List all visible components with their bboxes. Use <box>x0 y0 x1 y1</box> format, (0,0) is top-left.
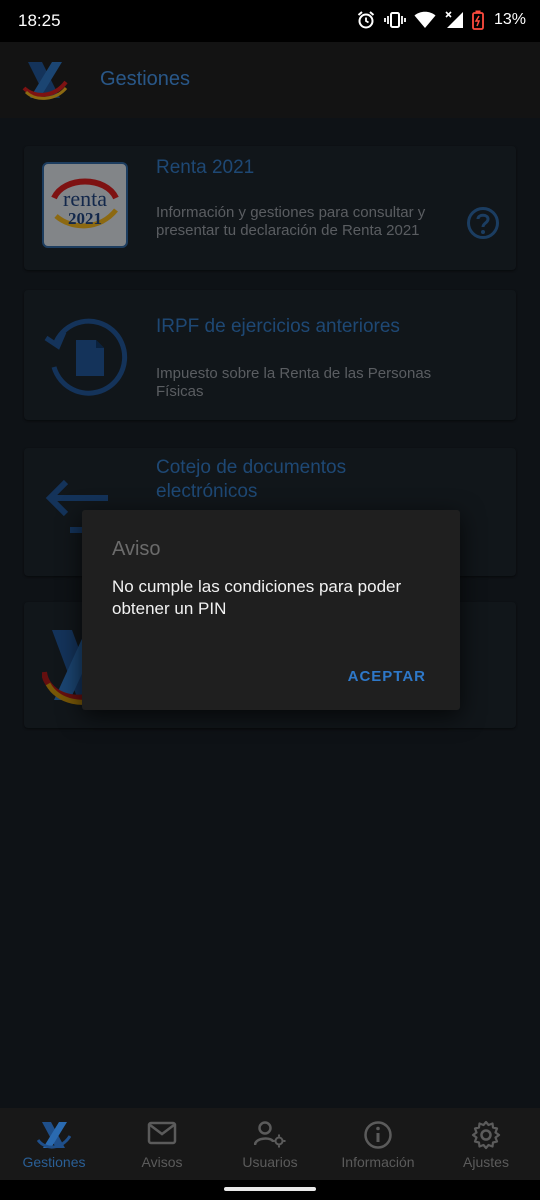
accept-button[interactable]: ACEPTAR <box>348 664 426 689</box>
status-time: 18:25 <box>18 11 61 30</box>
bottom-navigation: Gestiones Avisos Usuarios Información Aj… <box>0 1108 540 1180</box>
gesture-bar <box>0 1180 540 1200</box>
alarm-icon <box>357 11 375 29</box>
nav-label: Avisos <box>141 1154 183 1170</box>
nav-item-usuarios[interactable]: Usuarios <box>216 1108 324 1180</box>
nav-item-informacion[interactable]: Información <box>324 1108 432 1180</box>
nav-label: Usuarios <box>242 1154 298 1170</box>
vibrate-icon <box>384 12 406 28</box>
wifi-icon <box>414 11 436 28</box>
gear-icon <box>471 1120 501 1150</box>
status-icons: 13% <box>356 10 526 30</box>
home-indicator[interactable] <box>224 1187 316 1191</box>
alert-dialog: Aviso No cumple las condiciones para pod… <box>82 510 460 710</box>
status-bar: 18:25 13% <box>0 0 540 42</box>
battery-level: 13% <box>493 11 526 28</box>
user-settings-icon <box>254 1121 286 1148</box>
nav-item-avisos[interactable]: Avisos <box>108 1108 216 1180</box>
mail-icon <box>147 1121 177 1145</box>
dialog-title: Aviso <box>112 538 161 560</box>
battery-icon <box>472 10 484 30</box>
agencia-logo-icon <box>37 1122 71 1149</box>
nav-item-gestiones[interactable]: Gestiones <box>0 1108 108 1180</box>
nav-label: Información <box>341 1154 415 1170</box>
cell-signal-icon <box>445 11 463 28</box>
nav-label: Gestiones <box>22 1154 86 1170</box>
info-icon <box>364 1121 392 1149</box>
nav-item-ajustes[interactable]: Ajustes <box>432 1108 540 1180</box>
nav-label: Ajustes <box>463 1154 509 1170</box>
dialog-message: No cumple las condiciones para poder obt… <box>112 577 402 618</box>
